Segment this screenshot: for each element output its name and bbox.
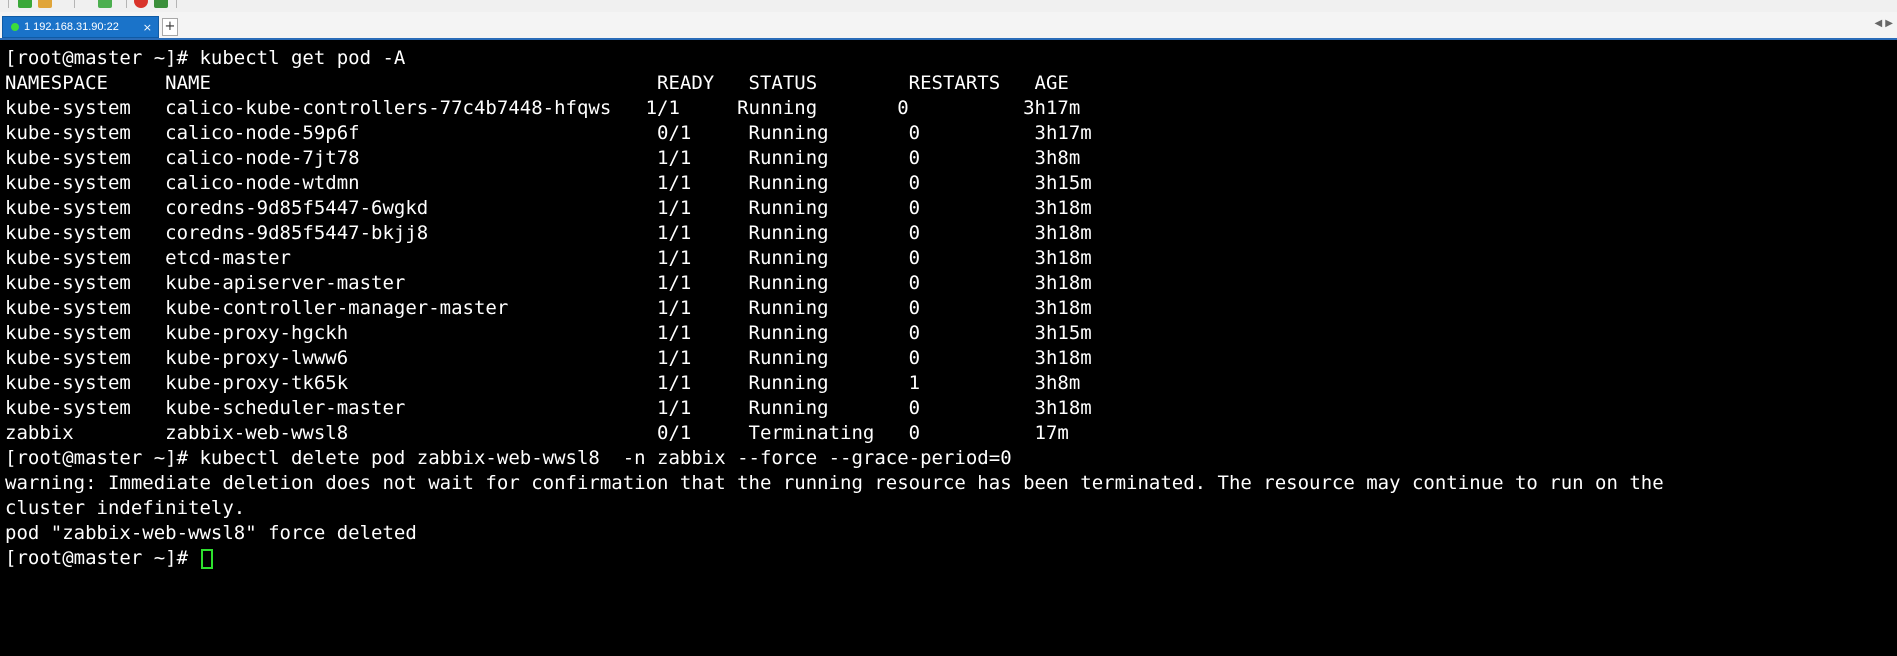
terminal-line: kube-system calico-kube-controllers-77c4… [5,97,1081,119]
folder-icon[interactable] [38,0,52,8]
settings-icon[interactable] [98,0,112,8]
connected-status-icon [11,23,19,31]
terminal-line: kube-system kube-apiserver-master 1/1 Ru… [5,272,1092,294]
stop-icon[interactable] [134,0,148,8]
terminal-line: kube-system kube-proxy-hgckh 1/1 Running… [5,322,1092,344]
toolbar-separator [126,0,127,8]
session-tab[interactable]: 1 192.168.31.90:22 × [2,16,159,38]
terminal-line: kube-system kube-controller-manager-mast… [5,297,1092,319]
log-icon[interactable] [154,0,168,8]
session-tab-label: 1 192.168.31.90:22 [24,21,119,33]
toolbar-separator [176,0,177,8]
terminal-line: kube-system coredns-9d85f5447-6wgkd 1/1 … [5,197,1092,219]
terminal-line: kube-system etcd-master 1/1 Running 0 3h… [5,247,1092,269]
terminal-line: zabbix zabbix-web-wwsl8 0/1 Terminating … [5,422,1069,444]
terminal-line: warning: Immediate deletion does not wai… [5,472,1664,494]
terminal-line: pod "zabbix-web-wwsl8" force deleted [5,522,417,544]
new-tab-button[interactable]: + [162,18,178,36]
terminal-line: kube-system kube-proxy-lwww6 1/1 Running… [5,347,1092,369]
terminal-prompt-line[interactable]: [root@master ~]# [5,546,1895,571]
toolbar-separator [8,0,9,8]
terminal-line: NAMESPACE NAME READY STATUS RESTARTS AGE [5,72,1069,94]
terminal-line: [root@master ~]# kubectl delete pod zabb… [5,447,1012,469]
terminal-line: [root@master ~]# kubectl get pod -A [5,47,406,69]
tab-scroll-arrows-icon[interactable]: ◀ ▶ [1874,18,1893,29]
terminal-output[interactable]: [root@master ~]# kubectl get pod -A NAME… [5,46,1895,650]
toolbar [0,0,1897,12]
session-tab-bar: 1 192.168.31.90:22 × + ◀ ▶ [0,12,1897,40]
terminal-line: kube-system coredns-9d85f5447-bkjj8 1/1 … [5,222,1092,244]
terminal-line: kube-system kube-proxy-tk65k 1/1 Running… [5,372,1081,394]
shell-prompt: [root@master ~]# [5,547,200,569]
new-session-icon[interactable] [18,0,32,8]
terminal-line: kube-system calico-node-59p6f 0/1 Runnin… [5,122,1092,144]
text-cursor [201,548,214,569]
terminal-app-window: 1 192.168.31.90:22 × + ◀ ▶ [root@master … [0,0,1897,656]
terminal-line: kube-system calico-node-7jt78 1/1 Runnin… [5,147,1081,169]
terminal-line: kube-system calico-node-wtdmn 1/1 Runnin… [5,172,1092,194]
terminal-line: cluster indefinitely. [5,497,246,519]
close-icon[interactable]: × [143,21,152,34]
terminal-line: kube-system kube-scheduler-master 1/1 Ru… [5,397,1092,419]
toolbar-separator [74,0,75,8]
